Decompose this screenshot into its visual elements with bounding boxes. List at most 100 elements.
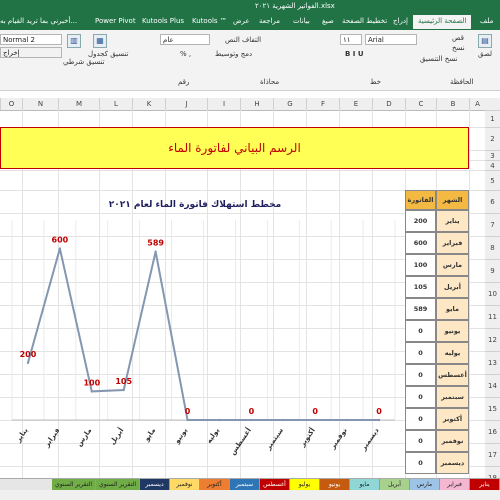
column-header-f[interactable]: F [306, 98, 339, 110]
tab-file[interactable]: ملف [480, 17, 493, 25]
column-header-b[interactable]: B [436, 98, 469, 110]
tab-power-pivot[interactable]: Power Pivot [95, 17, 136, 25]
sheet-tab[interactable]: فبراير [440, 479, 470, 490]
tab-page-layout[interactable]: تخطيط الصفحة [342, 17, 387, 25]
paste-button[interactable]: لصق [478, 50, 492, 58]
table-cell-bill[interactable]: 0 [405, 320, 436, 342]
table-cell-month[interactable]: يناير [436, 210, 469, 232]
tab-kutools[interactable]: Kutools ™ [192, 17, 227, 25]
format-painter-button[interactable]: نسخ التنسيق [420, 55, 457, 63]
table-cell-bill[interactable]: 589 [405, 298, 436, 320]
row-header-4[interactable]: 4 [485, 160, 500, 170]
line-chart[interactable]: مخطط استهلاك فاتورة الماء لعام ٢٠٢١ 200 ي… [0, 185, 400, 480]
number-format-field[interactable]: عام [160, 34, 210, 45]
column-header-j[interactable]: J [165, 98, 207, 110]
sheet-tab[interactable]: أكتوبر [200, 479, 230, 490]
table-header-month[interactable]: الشهر [436, 190, 469, 210]
sheet-tab[interactable]: ديسمبر [140, 479, 170, 490]
row-header-6[interactable]: 6 [485, 190, 500, 213]
sheet-tab[interactable]: التقرير السنوي [52, 479, 96, 490]
row-header-17[interactable]: 17 [485, 443, 500, 466]
table-cell-month[interactable]: نوفمبر [436, 430, 469, 452]
row-header-3[interactable]: 3 [485, 150, 500, 160]
column-header-h[interactable]: H [240, 98, 273, 110]
sheet-tab[interactable]: أبريل [380, 479, 410, 490]
table-cell-month[interactable]: أكتوبر [436, 408, 469, 430]
row-header-5[interactable]: 5 [485, 170, 500, 190]
row-header-11[interactable]: 11 [485, 305, 500, 328]
column-header-a[interactable]: A [469, 98, 485, 110]
table-cell-month[interactable]: سبتمبر [436, 386, 469, 408]
copy-button[interactable]: نسخ [452, 44, 465, 52]
table-cell-bill[interactable]: 200 [405, 210, 436, 232]
format-as-table-button[interactable]: تنسيق كجدول [88, 50, 128, 58]
column-header-d[interactable]: D [372, 98, 405, 110]
font-name-field[interactable]: Arial [365, 34, 417, 45]
table-header-bill[interactable]: الفاتورة [405, 190, 436, 210]
row-header-14[interactable]: 14 [485, 374, 500, 397]
column-header-i[interactable]: I [207, 98, 240, 110]
sheet-tab[interactable]: يونيو [320, 479, 350, 490]
row-header-1[interactable]: 1 [485, 110, 500, 127]
bold-button[interactable]: B I U [345, 50, 364, 58]
tab-formulas[interactable]: صيغ [322, 17, 334, 25]
sheet-tab[interactable]: مايو [350, 479, 380, 490]
table-cell-month[interactable]: يوليه [436, 342, 469, 364]
cell-style-output[interactable]: إخراج [0, 47, 62, 58]
table-cell-bill[interactable]: 0 [405, 386, 436, 408]
table-cell-month[interactable]: فبراير [436, 232, 469, 254]
row-header-9[interactable]: 9 [485, 259, 500, 282]
table-cell-bill[interactable]: 100 [405, 254, 436, 276]
row-header-10[interactable]: 10 [485, 282, 500, 305]
row-header-12[interactable]: 12 [485, 328, 500, 351]
table-cell-month[interactable]: أغسطس [436, 364, 469, 386]
table-cell-month[interactable]: مارس [436, 254, 469, 276]
column-header-l[interactable]: L [99, 98, 132, 110]
sheet-tab[interactable]: سبتمبر [230, 479, 260, 490]
cell-style-normal2[interactable]: Normal 2 [0, 34, 62, 45]
cut-button[interactable]: قص [452, 34, 464, 42]
table-cell-bill[interactable]: 105 [405, 276, 436, 298]
tell-me-box[interactable]: أخبرني بما تريد القيام به... [0, 17, 77, 25]
table-cell-bill[interactable]: 0 [405, 342, 436, 364]
row-header-2[interactable]: 2 [485, 127, 500, 150]
table-cell-bill[interactable]: 0 [405, 430, 436, 452]
column-header-e[interactable]: E [339, 98, 372, 110]
sheet-tab[interactable]: مارس [410, 479, 440, 490]
column-header-o[interactable]: O [0, 98, 22, 110]
column-header-m[interactable]: M [58, 98, 99, 110]
sheet-tab[interactable]: التقرير السنوي [96, 479, 140, 490]
row-header-15[interactable]: 15 [485, 397, 500, 420]
sheet-tab[interactable]: يوليو [290, 479, 320, 490]
tab-data[interactable]: بيانات [293, 17, 310, 25]
percent-button[interactable]: % , [180, 50, 191, 58]
conditional-format-icon[interactable]: ▥ [67, 34, 81, 48]
column-header-g[interactable]: G [273, 98, 306, 110]
column-header-c[interactable]: C [405, 98, 436, 110]
format-as-table-icon[interactable]: ▦ [93, 34, 107, 48]
wrap-text-button[interactable]: التفاف النص [225, 36, 261, 44]
paste-icon[interactable]: ▤ [478, 34, 492, 48]
column-header-n[interactable]: N [22, 98, 58, 110]
table-cell-bill[interactable]: 0 [405, 364, 436, 386]
table-cell-month[interactable]: أبريل [436, 276, 469, 298]
table-cell-bill[interactable]: 0 [405, 408, 436, 430]
row-header-13[interactable]: 13 [485, 351, 500, 374]
font-size-field[interactable]: ١١ [340, 34, 362, 45]
row-header-16[interactable]: 16 [485, 420, 500, 443]
sheet-tab[interactable]: يناير [470, 479, 500, 490]
tab-home[interactable]: الصفحة الرئيسية [413, 15, 472, 29]
tab-kutools-plus[interactable]: Kutools Plus [142, 17, 184, 25]
tab-view[interactable]: عرض [233, 17, 250, 25]
tab-review[interactable]: مراجعة [259, 17, 280, 25]
column-header-k[interactable]: K [132, 98, 165, 110]
sheet-tab[interactable]: أغسطس [260, 479, 290, 490]
merge-center-button[interactable]: دمج وتوسيط [215, 50, 252, 58]
table-cell-bill[interactable]: 600 [405, 232, 436, 254]
table-cell-bill[interactable]: 0 [405, 452, 436, 474]
table-cell-month[interactable]: مايو [436, 298, 469, 320]
table-cell-month[interactable]: ديسمبر [436, 452, 469, 474]
row-header-8[interactable]: 8 [485, 236, 500, 259]
sheet-tab[interactable]: نوفمبر [170, 479, 200, 490]
row-header-7[interactable]: 7 [485, 213, 500, 236]
